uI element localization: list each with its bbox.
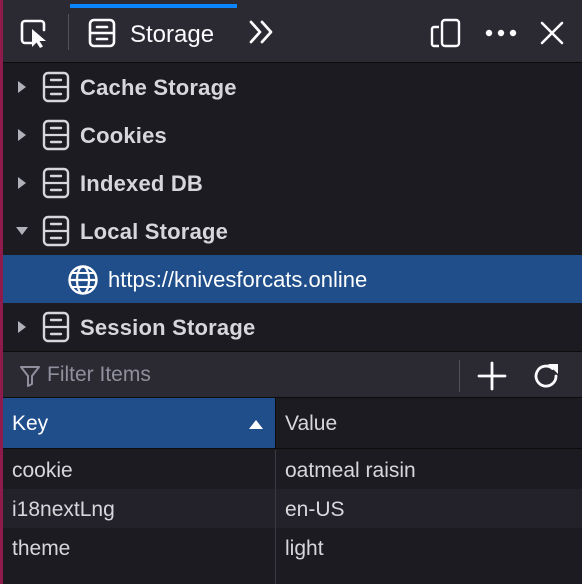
close-button[interactable] — [535, 16, 569, 50]
tree-item-label: Indexed DB — [80, 171, 204, 196]
tree-item-label: Cookies — [80, 123, 167, 148]
plus-icon — [477, 361, 507, 391]
value-cell: oatmeal raisin — [285, 459, 416, 482]
storage-table: Key Value cookie oatmeal raisin i18nextL… — [3, 398, 582, 584]
storage-tree: Cache Storage Cookies Indexed DB Local S… — [3, 63, 582, 351]
more-options-button[interactable] — [481, 16, 521, 50]
pick-element-icon — [20, 19, 46, 48]
globe-icon — [68, 265, 98, 295]
storage-icon — [42, 167, 70, 199]
column-header-label: Key — [12, 412, 49, 435]
tree-item-cache-storage[interactable]: Cache Storage — [3, 63, 582, 111]
expand-arrow-icon — [18, 129, 26, 141]
key-cell: theme — [12, 537, 71, 560]
column-divider — [275, 528, 276, 567]
column-header-value[interactable]: Value — [276, 398, 582, 448]
tab-label: Storage — [130, 21, 215, 48]
value-cell: en-US — [285, 498, 345, 521]
storage-icon — [42, 71, 70, 103]
column-divider — [275, 566, 276, 584]
collapse-arrow-icon — [16, 227, 28, 235]
column-divider — [275, 450, 276, 489]
chevron-double-right-icon — [249, 20, 273, 44]
value-cell: light — [285, 537, 324, 560]
more-tabs-button[interactable] — [247, 17, 277, 47]
add-item-button[interactable] — [475, 359, 509, 393]
tree-item-indexed-db[interactable]: Indexed DB — [3, 159, 582, 207]
storage-icon — [42, 311, 70, 343]
expand-arrow-icon — [18, 177, 26, 189]
storage-icon — [88, 18, 116, 48]
column-header-key[interactable]: Key — [3, 398, 275, 448]
storage-icon — [42, 119, 70, 151]
expand-arrow-icon — [18, 321, 26, 333]
filter-bar — [3, 351, 582, 398]
table-row[interactable]: cookie oatmeal raisin — [3, 450, 582, 489]
filter-icon — [20, 366, 40, 387]
origin-label: https://knivesforcats.online — [108, 267, 368, 292]
responsive-design-button[interactable] — [429, 16, 463, 50]
responsive-design-icon — [430, 18, 461, 48]
refresh-button[interactable] — [529, 359, 563, 393]
table-header: Key Value — [3, 398, 582, 449]
column-divider — [275, 489, 276, 528]
tree-item-cookies[interactable]: Cookies — [3, 111, 582, 159]
expand-arrow-icon — [18, 81, 26, 93]
sort-ascending-icon — [249, 420, 263, 429]
tree-item-session-storage[interactable]: Session Storage — [3, 303, 582, 351]
table-row[interactable]: i18nextLng en-US — [3, 489, 582, 528]
refresh-icon — [534, 364, 558, 388]
tab-storage[interactable]: Storage — [70, 4, 237, 63]
column-header-label: Value — [285, 412, 338, 435]
storage-icon — [42, 215, 70, 247]
pick-element-button[interactable] — [17, 16, 53, 50]
active-tab-indicator — [70, 4, 237, 8]
toolbar-separator — [68, 14, 69, 50]
key-cell: cookie — [12, 459, 73, 482]
filter-input[interactable] — [47, 360, 447, 390]
table-row[interactable]: theme light — [3, 528, 582, 567]
close-icon — [540, 21, 564, 45]
tree-item-label: Local Storage — [80, 219, 229, 244]
devtools-toolbar: Storage — [3, 0, 582, 63]
key-cell: i18nextLng — [12, 498, 115, 521]
ellipsis-icon — [485, 29, 517, 37]
tree-item-label: Cache Storage — [80, 75, 237, 100]
filter-bar-separator — [459, 360, 460, 392]
tree-item-origin[interactable]: https://knivesforcats.online — [3, 255, 582, 303]
tree-item-local-storage[interactable]: Local Storage — [3, 207, 582, 255]
tree-item-label: Session Storage — [80, 315, 256, 340]
